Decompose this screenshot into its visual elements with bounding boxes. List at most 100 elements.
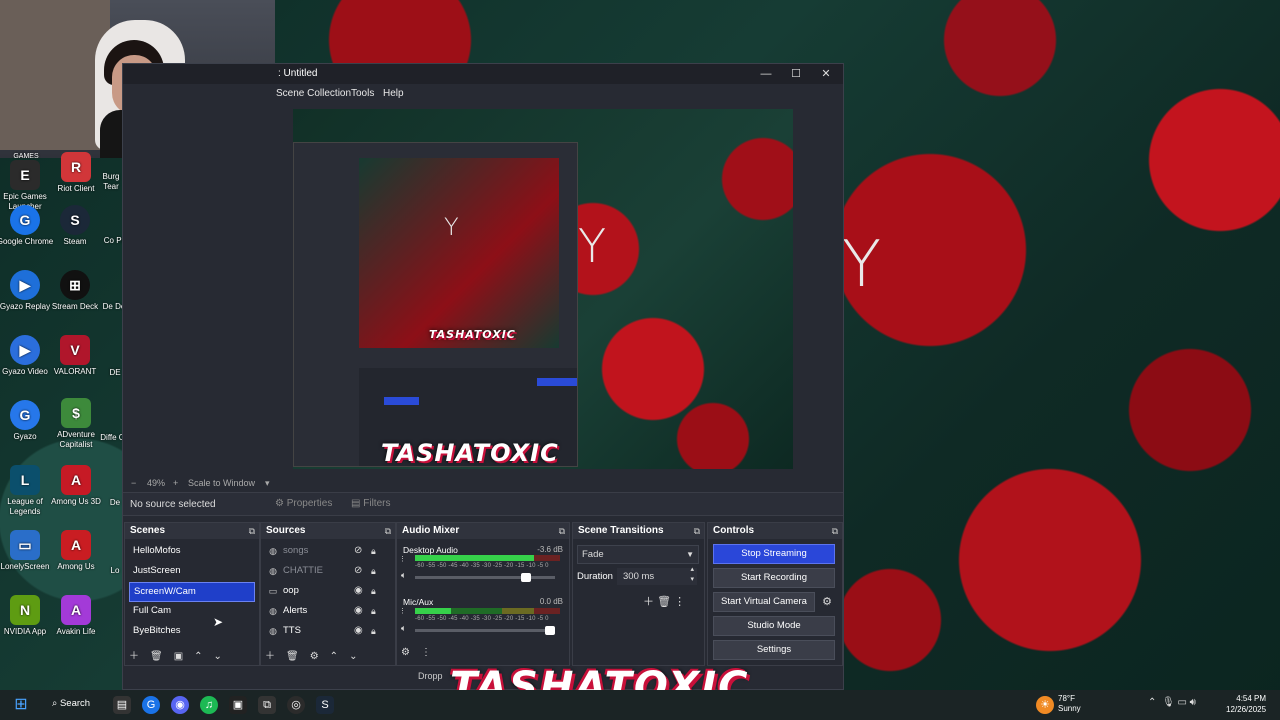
volume-icon[interactable]: 🔊︎ bbox=[1190, 697, 1196, 708]
source-item[interactable]: ▭ oop ◉ 🔒︎ bbox=[265, 582, 391, 600]
desktop-icon-valorant[interactable]: V VALORANT bbox=[45, 335, 105, 377]
spotify-icon[interactable]: ♫ bbox=[200, 696, 218, 714]
desktop-icon-adventure-capitalist[interactable]: $ ADventure Capitalist bbox=[46, 398, 106, 450]
trash-icon[interactable]: 🗑 bbox=[286, 651, 299, 662]
display-icon[interactable]: ▭ bbox=[1177, 697, 1186, 708]
chrome-icon[interactable]: G bbox=[142, 696, 160, 714]
move-up-icon[interactable]: ⌃ bbox=[194, 651, 202, 662]
chevron-up-icon[interactable]: ⌃ bbox=[1148, 697, 1156, 708]
taskbar-search[interactable]: ⌕ Search bbox=[52, 698, 90, 709]
menu-dots-icon[interactable]: ⋮ bbox=[421, 647, 431, 658]
move-up-icon[interactable]: ⌃ bbox=[330, 651, 338, 662]
mixer-menu-icon[interactable]: ⋮ bbox=[399, 555, 406, 563]
slider-knob[interactable] bbox=[521, 573, 532, 582]
lock-icon[interactable]: 🔒︎ bbox=[371, 562, 376, 580]
transition-select[interactable]: Fade ▼ bbox=[577, 545, 699, 564]
desktop-icon-avakin-life[interactable]: A Avakin Life bbox=[46, 595, 106, 637]
speaker-icon[interactable]: 🔈︎ bbox=[401, 623, 406, 634]
studio-mode-button[interactable]: Studio Mode bbox=[713, 616, 835, 636]
desktop-icon-among-us[interactable]: A Among Us bbox=[46, 530, 106, 572]
menu-tools[interactable]: Tools bbox=[351, 88, 374, 99]
eye-icon[interactable]: ◉ bbox=[354, 582, 363, 600]
start-recording-button[interactable]: Start Recording bbox=[713, 568, 835, 588]
zoom-mode[interactable]: Scale to Window bbox=[188, 478, 255, 488]
settings-button[interactable]: Settings bbox=[713, 640, 835, 660]
trash-icon[interactable]: 🗑 bbox=[657, 596, 671, 608]
add-icon[interactable]: ＋ bbox=[265, 651, 275, 662]
minimize-button[interactable]: — bbox=[753, 66, 779, 82]
zoom-in-icon[interactable]: + bbox=[173, 478, 178, 488]
stop-streaming-button[interactable]: Stop Streaming bbox=[713, 544, 835, 564]
preview-canvas[interactable]: Y TASHATOXIC Y TASHATOXIC bbox=[293, 109, 793, 469]
file-explorer-icon[interactable]: ▤ bbox=[113, 696, 131, 714]
zoom-out-icon[interactable]: − bbox=[131, 478, 136, 488]
lock-icon[interactable]: 🔒︎ bbox=[371, 622, 376, 640]
desktop-icon-stream-deck[interactable]: ⊞ Stream Deck bbox=[45, 270, 105, 312]
trash-icon[interactable]: 🗑 bbox=[150, 651, 163, 662]
properties-button[interactable]: ⚙ Properties bbox=[275, 497, 332, 511]
eye-hidden-icon[interactable]: ⊘ bbox=[354, 542, 362, 560]
source-item[interactable]: ◍ Alerts ◉ 🔒︎ bbox=[265, 602, 391, 620]
move-down-icon[interactable]: ⌄ bbox=[214, 651, 222, 662]
gear-icon[interactable]: ⚙ bbox=[310, 651, 319, 662]
task-view-icon[interactable]: ⧉ bbox=[258, 696, 276, 714]
scene-item-selected[interactable]: ScreenW/Cam bbox=[129, 582, 255, 602]
add-icon[interactable]: ＋ bbox=[643, 596, 654, 608]
menu-dots-icon[interactable]: ⋮ bbox=[674, 596, 685, 608]
weather-temp: 78°F bbox=[1058, 694, 1075, 703]
obs-icon[interactable]: ◎ bbox=[287, 696, 305, 714]
source-item[interactable]: ◍ TTS ◉ 🔒︎ bbox=[265, 622, 391, 640]
microphone-icon[interactable]: 🎙︎ bbox=[1162, 697, 1175, 708]
chevron-down-icon[interactable]: ▾ bbox=[265, 478, 270, 489]
start-virtual-camera-button[interactable]: Start Virtual Camera bbox=[713, 592, 815, 612]
volume-slider[interactable] bbox=[415, 573, 555, 582]
lock-icon[interactable]: 🔒︎ bbox=[371, 602, 376, 620]
steam-icon[interactable]: S bbox=[316, 696, 334, 714]
weather-sun-icon[interactable]: ☀ bbox=[1036, 696, 1054, 714]
volume-slider[interactable] bbox=[415, 626, 555, 635]
clock[interactable]: 4:54 PM 12/26/2025 bbox=[1226, 693, 1266, 715]
source-item[interactable]: ◍ songs ⊘ 🔒︎ bbox=[265, 542, 391, 560]
gyazo-replay-icon: ▶ bbox=[10, 270, 40, 300]
scene-item[interactable]: JustScreen bbox=[129, 562, 255, 580]
move-down-icon[interactable]: ⌄ bbox=[349, 651, 357, 662]
menu-scene-collection[interactable]: Scene Collection bbox=[276, 88, 351, 99]
start-windows-icon[interactable]: ⊞ bbox=[12, 696, 30, 714]
weather-widget[interactable]: 78°F Sunny bbox=[1058, 694, 1081, 714]
filters-button[interactable]: ▤ Filters bbox=[351, 497, 390, 511]
game-app-icon[interactable]: ▣ bbox=[229, 696, 247, 714]
eye-hidden-icon[interactable]: ⊘ bbox=[354, 562, 362, 580]
maximize-button[interactable]: ☐ bbox=[783, 66, 809, 82]
title-bar: : Untitled — ☐ ✕ bbox=[123, 64, 843, 84]
scene-item[interactable]: ByeBitches bbox=[129, 622, 255, 640]
desktop-icon-steam[interactable]: S Steam bbox=[45, 205, 105, 247]
filter-icon[interactable]: ▣ bbox=[174, 651, 183, 662]
search-label: Search bbox=[59, 698, 91, 709]
channel-db: 0.0 dB bbox=[539, 597, 563, 606]
discord-icon[interactable]: ◉ bbox=[171, 696, 189, 714]
gear-icon[interactable]: ⚙ bbox=[819, 592, 835, 612]
popout-icon[interactable]: ⧉ bbox=[385, 523, 391, 539]
popout-icon[interactable]: ⧉ bbox=[559, 523, 565, 539]
search-icon: ⌕ bbox=[52, 698, 58, 709]
scene-item[interactable]: HelloMofos bbox=[129, 542, 255, 560]
mixer-menu-icon[interactable]: ⋮ bbox=[399, 607, 406, 615]
desktop-icon-among-us-3d[interactable]: A Among Us 3D bbox=[46, 465, 106, 507]
speaker-icon[interactable]: 🔈︎ bbox=[401, 570, 406, 581]
eye-icon[interactable]: ◉ bbox=[354, 602, 363, 620]
slider-knob[interactable] bbox=[545, 626, 555, 635]
popout-icon[interactable]: ⧉ bbox=[832, 523, 838, 539]
menu-help[interactable]: Help bbox=[383, 88, 404, 99]
close-button[interactable]: ✕ bbox=[813, 66, 839, 82]
popout-icon[interactable]: ⧉ bbox=[249, 523, 255, 539]
lock-icon[interactable]: 🔒︎ bbox=[371, 542, 376, 560]
eye-icon[interactable]: ◉ bbox=[354, 622, 363, 640]
stepper-icon[interactable]: ▴ ▾ bbox=[690, 565, 694, 585]
scene-item[interactable]: Full Cam bbox=[129, 602, 255, 620]
add-icon[interactable]: ＋ bbox=[129, 651, 139, 662]
source-item[interactable]: ◍ CHATTIE ⊘ 🔒︎ bbox=[265, 562, 391, 580]
duration-input[interactable]: 300 ms ▴ ▾ bbox=[617, 565, 697, 585]
lock-icon[interactable]: 🔒︎ bbox=[371, 582, 376, 600]
gear-icon[interactable]: ⚙ bbox=[401, 647, 410, 658]
popout-icon[interactable]: ⧉ bbox=[694, 523, 700, 539]
